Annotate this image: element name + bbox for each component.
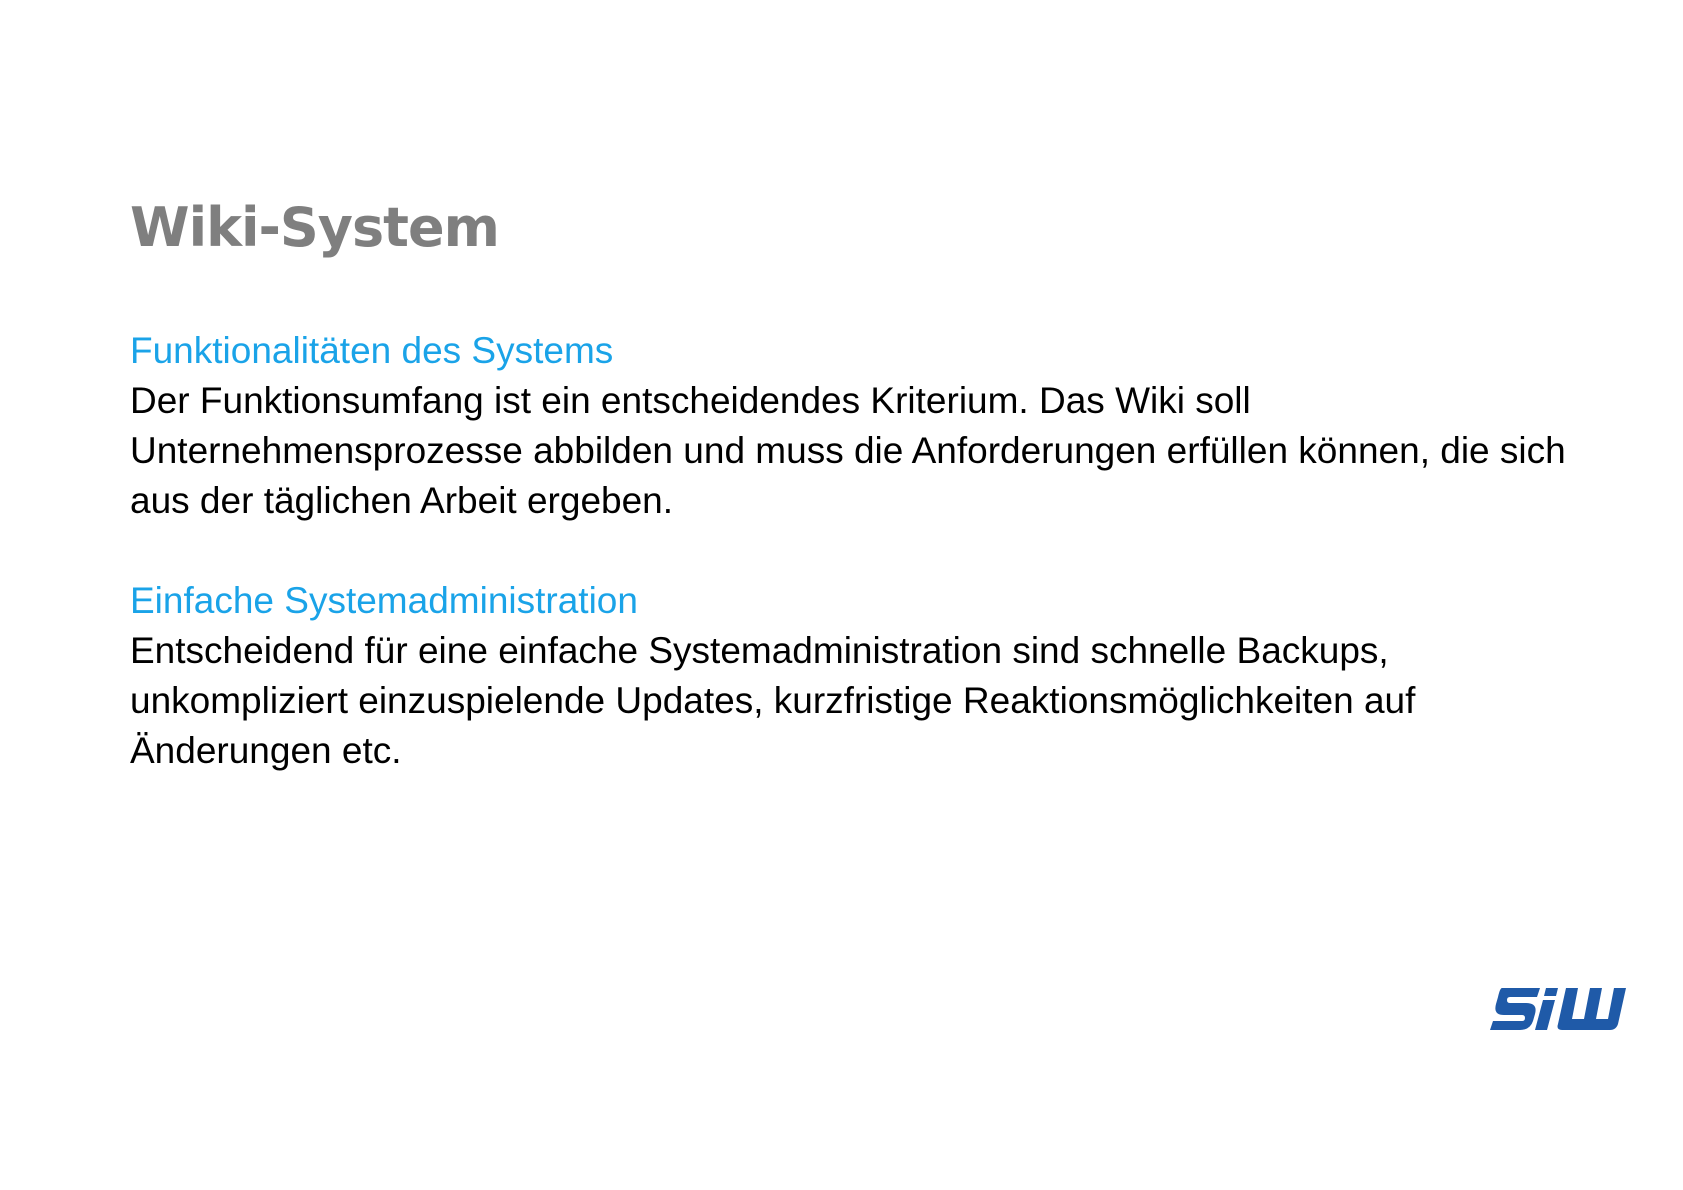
- section-body: Der Funktionsumfang ist ein entscheidend…: [130, 380, 1566, 521]
- section-administration: Einfache Systemadministration Entscheide…: [130, 576, 1610, 776]
- section-body: Entscheidend für eine einfache Systemadm…: [130, 630, 1416, 771]
- section-heading: Funktionalitäten des Systems: [130, 330, 614, 371]
- slide-title: Wiki-System: [130, 196, 500, 259]
- logo-shape: [1490, 988, 1626, 1030]
- section-functionality: Funktionalitäten des Systems Der Funktio…: [130, 326, 1610, 526]
- slide-content: Funktionalitäten des Systems Der Funktio…: [130, 326, 1610, 826]
- siw-logo: [1490, 988, 1626, 1030]
- section-heading: Einfache Systemadministration: [130, 580, 638, 621]
